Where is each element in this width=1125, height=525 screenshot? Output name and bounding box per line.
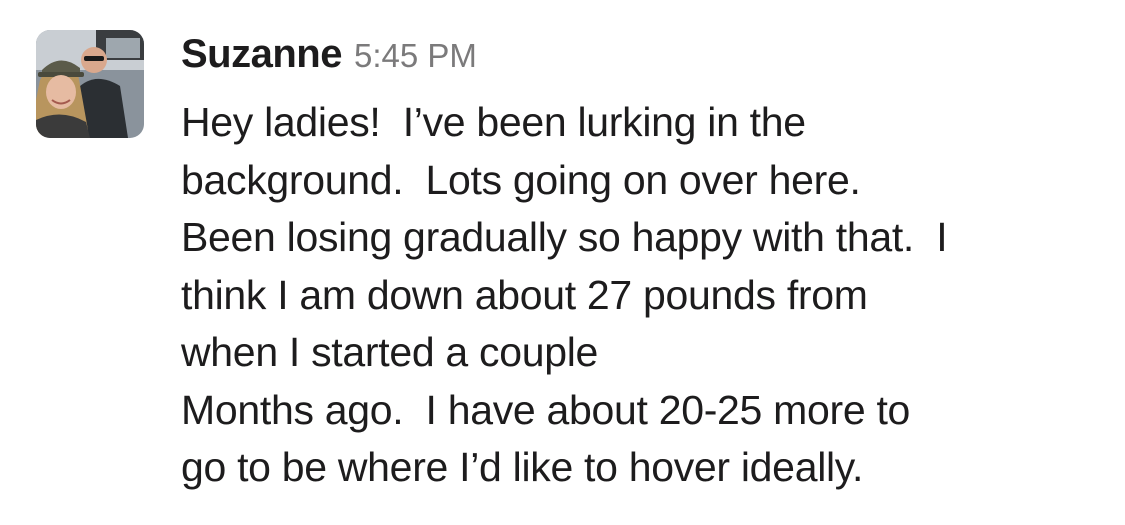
- user-avatar[interactable]: [36, 30, 144, 138]
- author-name[interactable]: Suzanne: [181, 32, 342, 76]
- message-timestamp[interactable]: 5:45 PM: [354, 37, 477, 74]
- message-line: background. Lots going on over here.: [181, 156, 861, 203]
- message-line: go to be where I’d like to hover ideally…: [181, 444, 864, 490]
- message-line: Hey ladies! I’ve been lurking in the: [181, 99, 806, 145]
- message-line: Months ago. I have about 20-25 more to: [181, 386, 911, 433]
- message-body: Hey ladies! I’ve been lurking in the bac…: [181, 94, 1116, 497]
- avatar-photo-icon: [36, 30, 144, 138]
- message-line: when I started a couple: [181, 329, 599, 375]
- message-header: Suzanne 5:45 PM: [181, 32, 477, 82]
- message-line: think I am down about 27 pounds from: [181, 271, 868, 318]
- message-line: Been losing gradually so happy with that…: [181, 214, 948, 260]
- chat-message: Suzanne 5:45 PM Hey ladies! I’ve been lur…: [36, 28, 1116, 508]
